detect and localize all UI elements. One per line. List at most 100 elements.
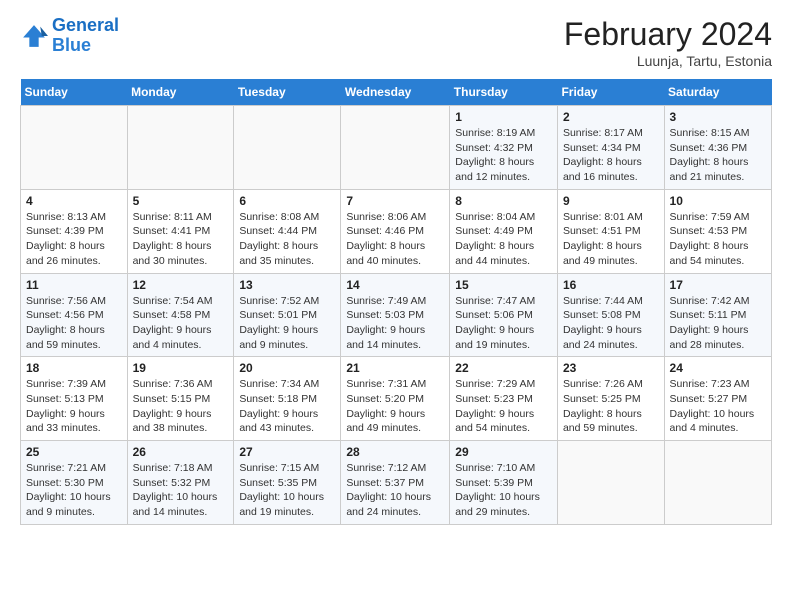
day-number: 29 [455, 445, 552, 459]
calendar-cell: 29 Sunrise: 7:10 AM Sunset: 5:39 PM Dayli… [450, 441, 558, 525]
calendar-cell [341, 106, 450, 190]
day-number: 28 [346, 445, 444, 459]
day-info: Sunrise: 7:21 AM Sunset: 5:30 PM Dayligh… [26, 461, 122, 520]
calendar-cell: 21 Sunrise: 7:31 AM Sunset: 5:20 PM Dayli… [341, 357, 450, 441]
day-number: 16 [563, 278, 659, 292]
day-info: Sunrise: 7:36 AM Sunset: 5:15 PM Dayligh… [133, 377, 229, 436]
day-number: 3 [670, 110, 766, 124]
day-info: Sunrise: 8:19 AM Sunset: 4:32 PM Dayligh… [455, 126, 552, 185]
calendar-week-5: 25 Sunrise: 7:21 AM Sunset: 5:30 PM Dayli… [21, 441, 772, 525]
day-number: 9 [563, 194, 659, 208]
calendar-cell: 1 Sunrise: 8:19 AM Sunset: 4:32 PM Daylig… [450, 106, 558, 190]
weekday-header-sunday: Sunday [21, 79, 128, 106]
calendar-cell: 26 Sunrise: 7:18 AM Sunset: 5:32 PM Dayli… [127, 441, 234, 525]
weekday-header-friday: Friday [557, 79, 664, 106]
day-info: Sunrise: 8:13 AM Sunset: 4:39 PM Dayligh… [26, 210, 122, 269]
page-header: General Blue February 2024 Luunja, Tartu… [20, 16, 772, 69]
calendar-cell: 14 Sunrise: 7:49 AM Sunset: 5:03 PM Dayli… [341, 273, 450, 357]
calendar-cell: 28 Sunrise: 7:12 AM Sunset: 5:37 PM Dayli… [341, 441, 450, 525]
day-number: 12 [133, 278, 229, 292]
day-number: 11 [26, 278, 122, 292]
day-number: 19 [133, 361, 229, 375]
calendar-cell [21, 106, 128, 190]
day-info: Sunrise: 7:15 AM Sunset: 5:35 PM Dayligh… [239, 461, 335, 520]
day-info: Sunrise: 7:23 AM Sunset: 5:27 PM Dayligh… [670, 377, 766, 436]
day-number: 5 [133, 194, 229, 208]
calendar-cell: 17 Sunrise: 7:42 AM Sunset: 5:11 PM Dayli… [664, 273, 771, 357]
day-info: Sunrise: 7:39 AM Sunset: 5:13 PM Dayligh… [26, 377, 122, 436]
day-info: Sunrise: 8:04 AM Sunset: 4:49 PM Dayligh… [455, 210, 552, 269]
day-number: 20 [239, 361, 335, 375]
calendar-cell: 4 Sunrise: 8:13 AM Sunset: 4:39 PM Daylig… [21, 189, 128, 273]
day-number: 13 [239, 278, 335, 292]
calendar-cell: 24 Sunrise: 7:23 AM Sunset: 5:27 PM Dayli… [664, 357, 771, 441]
calendar-week-4: 18Sunrise: 7:39 AM Sunset: 5:13 PM Dayli… [21, 357, 772, 441]
calendar-cell: 22Sunrise: 7:29 AM Sunset: 5:23 PM Dayli… [450, 357, 558, 441]
day-number: 6 [239, 194, 335, 208]
day-info: Sunrise: 7:34 AM Sunset: 5:18 PM Dayligh… [239, 377, 335, 436]
calendar-cell: 13Sunrise: 7:52 AM Sunset: 5:01 PM Dayli… [234, 273, 341, 357]
logo-line2: Blue [52, 35, 91, 55]
weekday-header-row: SundayMondayTuesdayWednesdayThursdayFrid… [21, 79, 772, 106]
logo: General Blue [20, 16, 119, 56]
day-number: 2 [563, 110, 659, 124]
weekday-header-wednesday: Wednesday [341, 79, 450, 106]
calendar-body: 1 Sunrise: 8:19 AM Sunset: 4:32 PM Daylig… [21, 106, 772, 525]
day-info: Sunrise: 7:26 AM Sunset: 5:25 PM Dayligh… [563, 377, 659, 436]
day-info: Sunrise: 8:15 AM Sunset: 4:36 PM Dayligh… [670, 126, 766, 185]
calendar-cell: 18Sunrise: 7:39 AM Sunset: 5:13 PM Dayli… [21, 357, 128, 441]
calendar-cell: 11Sunrise: 7:56 AM Sunset: 4:56 PM Dayli… [21, 273, 128, 357]
day-info: Sunrise: 7:31 AM Sunset: 5:20 PM Dayligh… [346, 377, 444, 436]
day-number: 21 [346, 361, 444, 375]
day-info: Sunrise: 8:01 AM Sunset: 4:51 PM Dayligh… [563, 210, 659, 269]
calendar-table: SundayMondayTuesdayWednesdayThursdayFrid… [20, 79, 772, 525]
day-number: 17 [670, 278, 766, 292]
title-block: February 2024 Luunja, Tartu, Estonia [564, 16, 772, 69]
calendar-cell: 23 Sunrise: 7:26 AM Sunset: 5:25 PM Dayli… [557, 357, 664, 441]
day-number: 1 [455, 110, 552, 124]
calendar-cell: 15Sunrise: 7:47 AM Sunset: 5:06 PM Dayli… [450, 273, 558, 357]
calendar-cell [127, 106, 234, 190]
day-info: Sunrise: 8:11 AM Sunset: 4:41 PM Dayligh… [133, 210, 229, 269]
weekday-header-thursday: Thursday [450, 79, 558, 106]
calendar-cell: 19 Sunrise: 7:36 AM Sunset: 5:15 PM Dayli… [127, 357, 234, 441]
day-info: Sunrise: 8:06 AM Sunset: 4:46 PM Dayligh… [346, 210, 444, 269]
day-info: Sunrise: 7:42 AM Sunset: 5:11 PM Dayligh… [670, 294, 766, 353]
day-number: 22 [455, 361, 552, 375]
day-number: 14 [346, 278, 444, 292]
weekday-header-monday: Monday [127, 79, 234, 106]
calendar-cell: 27 Sunrise: 7:15 AM Sunset: 5:35 PM Dayli… [234, 441, 341, 525]
location: Luunja, Tartu, Estonia [564, 53, 772, 69]
day-number: 26 [133, 445, 229, 459]
day-number: 7 [346, 194, 444, 208]
weekday-header-saturday: Saturday [664, 79, 771, 106]
calendar-cell: 8 Sunrise: 8:04 AM Sunset: 4:49 PM Daylig… [450, 189, 558, 273]
day-number: 4 [26, 194, 122, 208]
day-number: 15 [455, 278, 552, 292]
day-info: Sunrise: 7:18 AM Sunset: 5:32 PM Dayligh… [133, 461, 229, 520]
day-info: Sunrise: 7:10 AM Sunset: 5:39 PM Dayligh… [455, 461, 552, 520]
day-number: 8 [455, 194, 552, 208]
calendar-cell [557, 441, 664, 525]
month-year: February 2024 [564, 16, 772, 53]
calendar-cell: 25 Sunrise: 7:21 AM Sunset: 5:30 PM Dayli… [21, 441, 128, 525]
calendar-cell: 20 Sunrise: 7:34 AM Sunset: 5:18 PM Dayli… [234, 357, 341, 441]
calendar-week-2: 4 Sunrise: 8:13 AM Sunset: 4:39 PM Daylig… [21, 189, 772, 273]
day-number: 23 [563, 361, 659, 375]
logo-line1: General [52, 15, 119, 35]
day-info: Sunrise: 7:49 AM Sunset: 5:03 PM Dayligh… [346, 294, 444, 353]
calendar-cell: 6Sunrise: 8:08 AM Sunset: 4:44 PM Daylig… [234, 189, 341, 273]
day-number: 24 [670, 361, 766, 375]
day-info: Sunrise: 7:54 AM Sunset: 4:58 PM Dayligh… [133, 294, 229, 353]
calendar-cell: 10Sunrise: 7:59 AM Sunset: 4:53 PM Dayli… [664, 189, 771, 273]
day-info: Sunrise: 7:12 AM Sunset: 5:37 PM Dayligh… [346, 461, 444, 520]
day-number: 27 [239, 445, 335, 459]
calendar-cell: 16Sunrise: 7:44 AM Sunset: 5:08 PM Dayli… [557, 273, 664, 357]
calendar-cell [234, 106, 341, 190]
calendar-cell: 9 Sunrise: 8:01 AM Sunset: 4:51 PM Daylig… [557, 189, 664, 273]
weekday-header-tuesday: Tuesday [234, 79, 341, 106]
calendar-week-3: 11Sunrise: 7:56 AM Sunset: 4:56 PM Dayli… [21, 273, 772, 357]
day-number: 25 [26, 445, 122, 459]
day-info: Sunrise: 8:17 AM Sunset: 4:34 PM Dayligh… [563, 126, 659, 185]
calendar-week-1: 1 Sunrise: 8:19 AM Sunset: 4:32 PM Daylig… [21, 106, 772, 190]
